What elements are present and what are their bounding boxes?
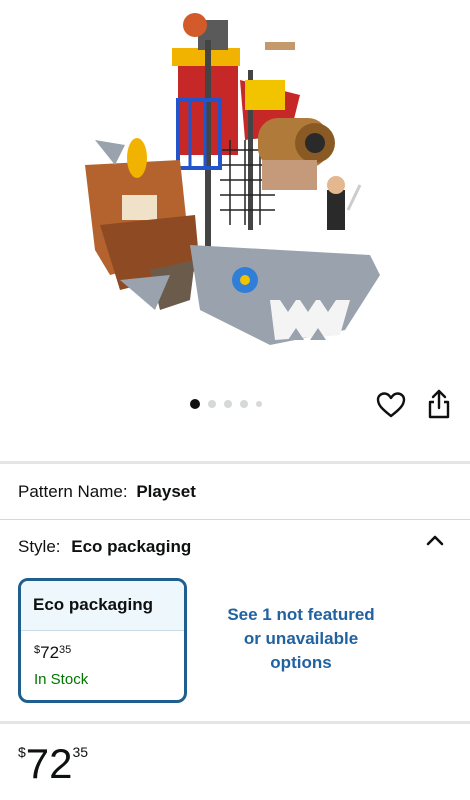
see-unavailable-options-link[interactable]: See 1 not featured or unavailable option…	[216, 603, 386, 675]
carousel-dot-4[interactable]	[240, 400, 248, 408]
price-fraction: 35	[72, 744, 89, 760]
style-option-eco-packaging[interactable]: Eco packaging $7235 In Stock	[18, 578, 187, 703]
option-stock-status: In Stock	[34, 671, 89, 688]
see-more-line-1: See 1 not featured	[227, 605, 375, 624]
share-icon	[428, 389, 450, 419]
option-price-symbol: $	[34, 644, 41, 656]
option-price-whole: 72	[40, 643, 60, 662]
pattern-name-label: Pattern Name:	[18, 482, 128, 501]
option-price-fraction: 35	[59, 644, 72, 656]
image-carousel-dots[interactable]	[190, 399, 262, 409]
carousel-dot-2[interactable]	[208, 400, 216, 408]
option-price: $7235	[34, 643, 71, 663]
price-symbol: $	[18, 744, 26, 760]
pattern-name-value: Playset	[136, 482, 196, 501]
row-divider	[0, 519, 470, 520]
see-more-line-3: options	[270, 653, 332, 672]
heart-icon	[376, 392, 406, 418]
chevron-up-icon	[426, 535, 444, 546]
wishlist-button[interactable]	[376, 391, 406, 419]
section-divider	[0, 721, 470, 724]
collapse-style-button[interactable]	[425, 533, 445, 547]
style-row[interactable]: Style: Eco packaging	[18, 537, 191, 557]
product-image-gallery[interactable]	[0, 0, 470, 380]
option-title: Eco packaging	[21, 581, 184, 631]
carousel-dot-5[interactable]	[256, 401, 262, 407]
see-more-line-2: or unavailable	[243, 629, 359, 648]
product-image	[85, 13, 380, 345]
style-label: Style:	[18, 537, 61, 556]
price-whole: 72	[25, 740, 73, 787]
product-price: $7235	[18, 740, 88, 788]
share-button[interactable]	[425, 388, 453, 420]
carousel-dot-1[interactable]	[190, 399, 200, 409]
style-value: Eco packaging	[71, 537, 192, 556]
section-divider	[0, 461, 470, 464]
carousel-dot-3[interactable]	[224, 400, 232, 408]
pattern-name-row: Pattern Name: Playset	[18, 482, 196, 502]
